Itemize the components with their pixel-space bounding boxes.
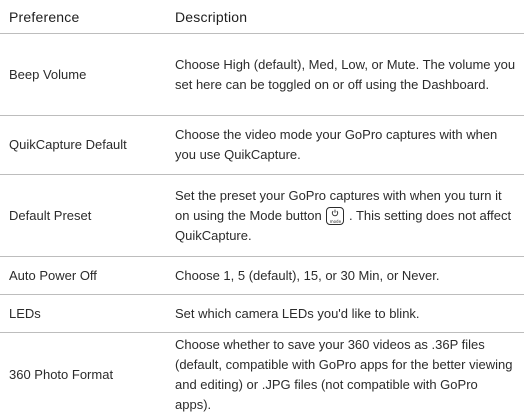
preference-description: Choose High (default), Med, Low, or Mute… (166, 34, 524, 116)
preference-name: Auto Power Off (0, 257, 166, 295)
preference-description: Choose the video mode your GoPro capture… (166, 116, 524, 175)
table-row-default-preset: Default Preset Set the preset your GoPro… (0, 175, 524, 257)
table-row-auto-power-off: Auto Power Off Choose 1, 5 (default), 15… (0, 257, 524, 295)
table-row-360-photo-format: 360 Photo Format Choose whether to save … (0, 333, 524, 417)
table-row-beep-volume: Beep Volume Choose High (default), Med, … (0, 34, 524, 116)
preference-name: Default Preset (0, 175, 166, 257)
preference-description: Set which camera LEDs you'd like to blin… (166, 295, 524, 333)
preference-name: QuikCapture Default (0, 116, 166, 175)
preference-description: Set the preset your GoPro captures with … (166, 175, 524, 257)
preference-name: Beep Volume (0, 34, 166, 116)
table-header-row: Preference Description (0, 0, 524, 34)
preference-name: 360 Photo Format (0, 333, 166, 417)
description-column-header: Description (166, 0, 524, 34)
preference-name: LEDs (0, 295, 166, 333)
table-row-leds: LEDs Set which camera LEDs you'd like to… (0, 295, 524, 333)
preference-description: Choose 1, 5 (default), 15, or 30 Min, or… (166, 257, 524, 295)
table-row-quikcapture-default: QuikCapture Default Choose the video mod… (0, 116, 524, 175)
preference-description: Choose whether to save your 360 videos a… (166, 333, 524, 417)
preference-column-header: Preference (0, 0, 166, 34)
preferences-table: Preference Description Beep Volume Choos… (0, 0, 524, 417)
mode-button-icon: mode (326, 207, 344, 225)
mode-button-label: mode (327, 219, 343, 224)
